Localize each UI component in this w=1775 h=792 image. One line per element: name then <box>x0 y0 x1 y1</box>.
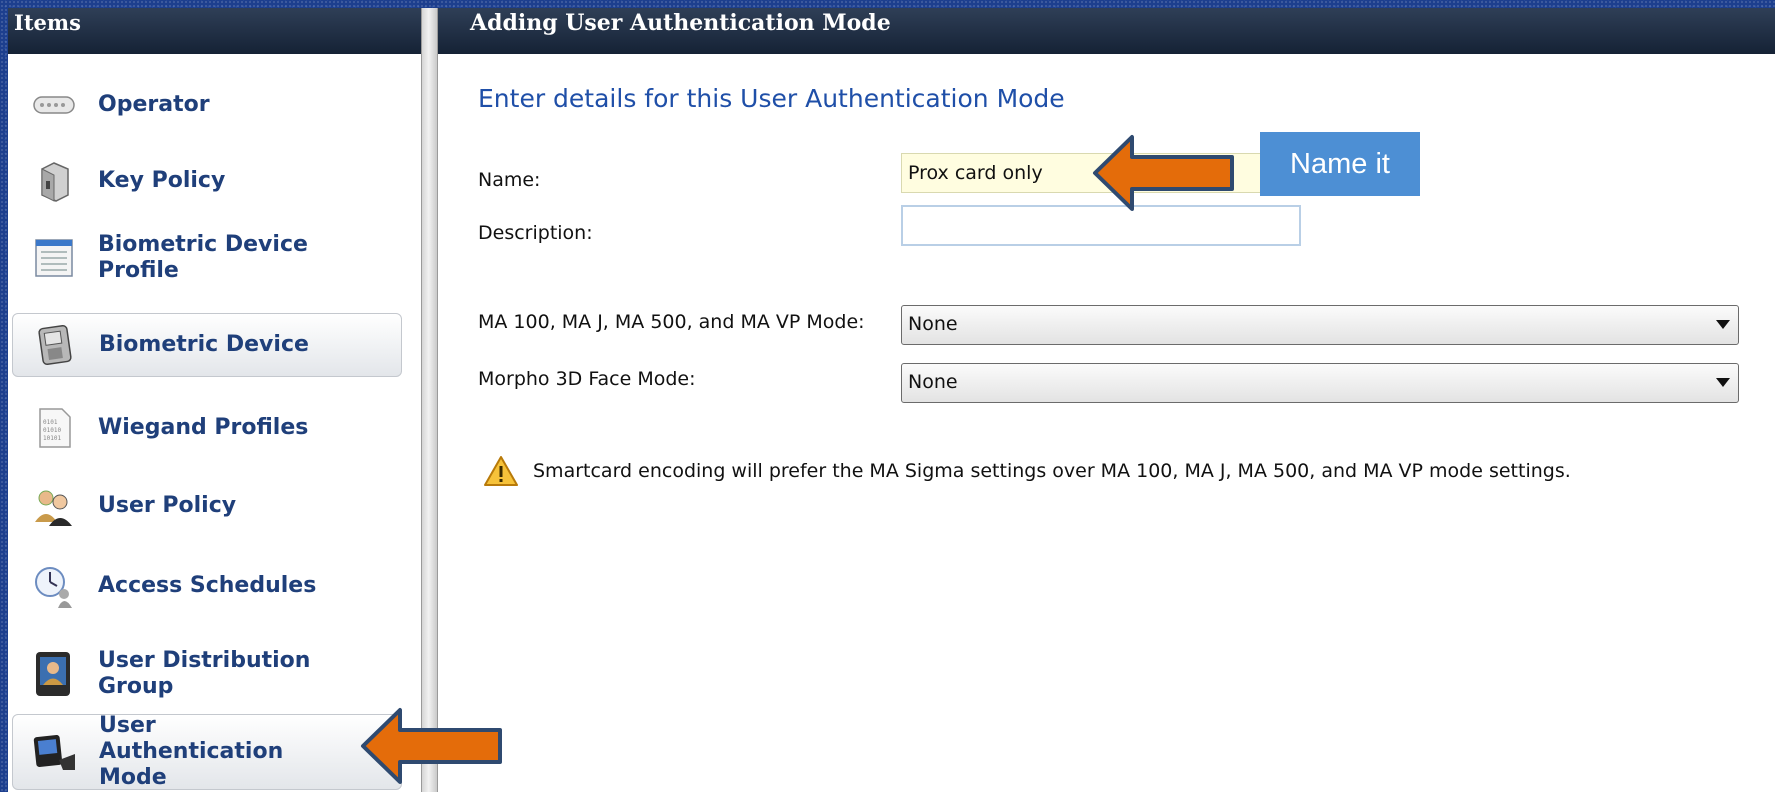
nav-label: Operator <box>98 92 210 117</box>
ma-mode-select[interactable]: None <box>901 305 1739 345</box>
ma-mode-value: None <box>908 313 958 335</box>
nav-item-wiegand-profiles[interactable]: 0101 01010 10101 Wiegand Profiles <box>12 396 402 460</box>
section-title: Enter details for this User Authenticati… <box>478 84 1065 113</box>
nav-item-user-authentication-mode[interactable]: User Authentication Mode <box>12 713 402 790</box>
warning-text: Smartcard encoding will prefer the MA Si… <box>533 460 1571 482</box>
description-label: Description: <box>478 222 593 244</box>
items-panel: Items Operator Key Policy Biometric Devi… <box>8 8 421 792</box>
nav-item-user-policy[interactable]: User Policy <box>12 474 402 538</box>
morpho-mode-label: Morpho 3D Face Mode: <box>478 368 696 390</box>
chevron-down-icon <box>1716 320 1730 329</box>
annotation-arrow-name <box>1093 135 1234 211</box>
nav-label: User Authentication Mode <box>99 713 284 790</box>
key-policy-icon <box>32 159 76 203</box>
nav-item-biometric-device-profile[interactable]: Biometric Device Profile <box>12 220 402 296</box>
morpho-mode-select[interactable]: None <box>901 363 1739 403</box>
access-schedule-icon <box>32 564 76 608</box>
name-it-callout: Name it <box>1260 132 1420 196</box>
nav-label: Biometric Device <box>99 332 309 357</box>
chevron-down-icon <box>1716 378 1730 387</box>
auth-mode-icon <box>33 730 77 774</box>
user-policy-icon <box>32 484 76 528</box>
morpho-mode-value: None <box>908 371 958 393</box>
page-title: Adding User Authentication Mode <box>438 8 1775 54</box>
nav-item-access-schedules[interactable]: Access Schedules <box>12 552 402 620</box>
nav-item-user-distribution-group[interactable]: User Distribution Group <box>12 636 402 712</box>
annotation-arrow-auth-mode <box>361 708 502 784</box>
nav-label: Access Schedules <box>98 573 317 598</box>
device-profile-icon <box>32 236 76 280</box>
operator-icon <box>32 83 76 127</box>
items-panel-header: Items <box>8 8 421 54</box>
nav-item-operator[interactable]: Operator <box>12 74 402 136</box>
distribution-group-icon <box>32 652 76 696</box>
warning-icon <box>484 456 518 486</box>
panel-splitter[interactable] <box>421 8 438 792</box>
nav-item-biometric-device[interactable]: Biometric Device <box>12 313 402 377</box>
svg-text:01010: 01010 <box>43 427 61 434</box>
wiegand-icon: 0101 01010 10101 <box>32 406 76 450</box>
name-label: Name: <box>478 169 541 191</box>
nav-label: Biometric Device Profile <box>98 232 308 283</box>
nav-label: User Distribution Group <box>98 648 311 699</box>
biometric-device-icon <box>33 323 77 367</box>
warning-message: Smartcard encoding will prefer the MA Si… <box>483 455 1571 487</box>
details-panel: Adding User Authentication Mode Enter de… <box>438 8 1775 792</box>
ma-mode-label: MA 100, MA J, MA 500, and MA VP Mode: <box>478 311 865 333</box>
nav-label: User Policy <box>98 493 237 518</box>
nav-label: Key Policy <box>98 168 226 193</box>
svg-text:0101: 0101 <box>43 419 58 426</box>
svg-text:10101: 10101 <box>43 435 61 442</box>
nav-label: Wiegand Profiles <box>98 415 309 440</box>
nav-item-key-policy[interactable]: Key Policy <box>12 150 402 212</box>
